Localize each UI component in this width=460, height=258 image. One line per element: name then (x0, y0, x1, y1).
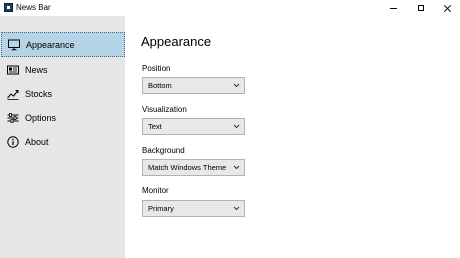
sidebar-item-label: Options (25, 112, 57, 123)
background-dropdown[interactable]: Match Windows Theme (142, 159, 245, 176)
close-icon (443, 4, 452, 13)
sidebar-item-label: Stocks (25, 88, 53, 99)
sidebar-item-stocks[interactable]: Stocks (1, 81, 125, 106)
position-dropdown[interactable]: Bottom (142, 77, 245, 94)
chevron-down-icon (233, 124, 240, 129)
window-title: News Bar (16, 3, 51, 12)
minimize-button[interactable] (380, 0, 406, 16)
sidebar-item-options[interactable]: Options (1, 105, 125, 130)
minimize-icon (389, 7, 397, 9)
close-button[interactable] (434, 0, 460, 16)
app-icon (4, 3, 13, 12)
monitor-icon (8, 39, 20, 50)
title-bar: News Bar (0, 0, 460, 16)
maximize-button[interactable] (408, 0, 434, 16)
sidebar-item-about[interactable]: About (1, 129, 125, 154)
position-value: Bottom (148, 81, 172, 90)
sidebar-item-label: News (25, 64, 48, 75)
visualization-value: Text (148, 122, 162, 131)
monitor-dropdown[interactable]: Primary (142, 200, 245, 217)
monitor-label: Monitor (142, 186, 169, 195)
sidebar-item-label: Appearance (26, 39, 75, 50)
chevron-down-icon (233, 165, 240, 170)
sidebar: Appearance News Stocks Options About (0, 16, 125, 258)
monitor-value: Primary (148, 204, 174, 213)
settings-panel: Appearance Position Bottom Visualization… (125, 16, 460, 258)
newspaper-icon (7, 65, 19, 74)
sliders-icon (7, 112, 19, 123)
page-title: Appearance (141, 34, 212, 49)
position-label: Position (142, 64, 171, 73)
chevron-down-icon (233, 83, 240, 88)
background-label: Background (142, 146, 185, 155)
sidebar-item-news[interactable]: News (1, 57, 125, 82)
background-value: Match Windows Theme (148, 163, 227, 172)
maximize-icon (418, 5, 424, 11)
visualization-dropdown[interactable]: Text (142, 118, 245, 135)
visualization-label: Visualization (142, 105, 187, 114)
sidebar-item-appearance[interactable]: Appearance (1, 32, 125, 57)
info-icon (7, 135, 19, 148)
sidebar-item-label: About (25, 136, 49, 147)
chevron-down-icon (233, 206, 240, 211)
stock-chart-icon (7, 89, 19, 100)
